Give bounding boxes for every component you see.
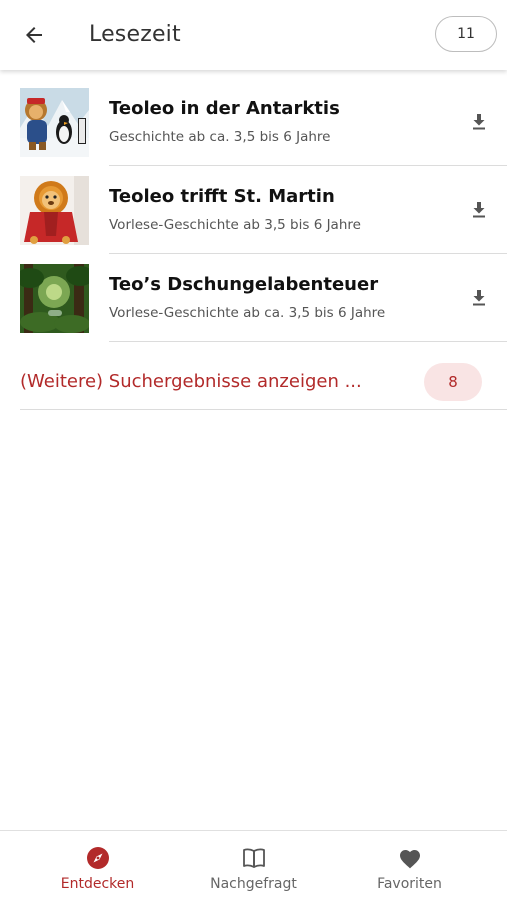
book-icon [241,845,267,871]
download-button[interactable] [469,111,489,133]
item-title: Teo’s Dschungelabenteuer [109,274,379,295]
nav-item-favoriten[interactable]: Favoriten [325,831,494,901]
item-subtitle: Vorlese-Geschichte ab ca. 3,5 bis 6 Jahr… [109,305,386,321]
bottom-navigation: Entdecken Nachgefragt Favoriten [0,830,507,900]
more-results-row[interactable]: (Weitere) Suchergebnisse anzeigen ... 8 [0,342,507,410]
nav-item-nachgefragt[interactable]: Nachgefragt [169,831,338,901]
item-subtitle: Geschichte ab ca. 3,5 bis 6 Jahre [109,129,331,145]
more-results-count-badge: 8 [424,363,482,401]
result-list: Teoleo in der Antarktis Geschichte ab ca… [0,78,507,342]
thumbnail-image [20,264,89,333]
download-button[interactable] [469,287,489,309]
result-count-button[interactable]: 11 [435,16,497,52]
back-button[interactable] [16,17,52,53]
nav-item-entdecken[interactable]: Entdecken [13,831,182,901]
item-subtitle: Vorlese-Geschichte ab 3,5 bis 6 Jahre [109,217,361,233]
arrow-left-icon [26,27,42,43]
download-icon [473,202,485,218]
heart-icon [397,845,423,871]
item-title: Teoleo in der Antarktis [109,98,340,119]
list-item[interactable]: Teoleo in der Antarktis Geschichte ab ca… [0,78,507,166]
list-item[interactable]: Teo’s Dschungelabenteuer Vorlese-Geschic… [0,254,507,342]
download-button[interactable] [469,199,489,221]
nav-label: Nachgefragt [210,876,297,892]
divider [20,409,507,410]
thumbnail-image [20,176,89,245]
more-results-link[interactable]: (Weitere) Suchergebnisse anzeigen ... [20,371,362,392]
page-title: Lesezeit [89,22,181,47]
download-icon [473,290,485,306]
compass-icon [85,845,111,871]
download-icon [473,114,485,130]
nav-label: Entdecken [60,876,135,892]
thumbnail-image [20,88,89,157]
nav-label: Favoriten [377,876,442,892]
item-title: Teoleo trifft St. Martin [109,186,335,207]
app-bar: Lesezeit 11 [0,0,507,70]
list-item[interactable]: Teoleo trifft St. Martin Vorlese-Geschic… [0,166,507,254]
